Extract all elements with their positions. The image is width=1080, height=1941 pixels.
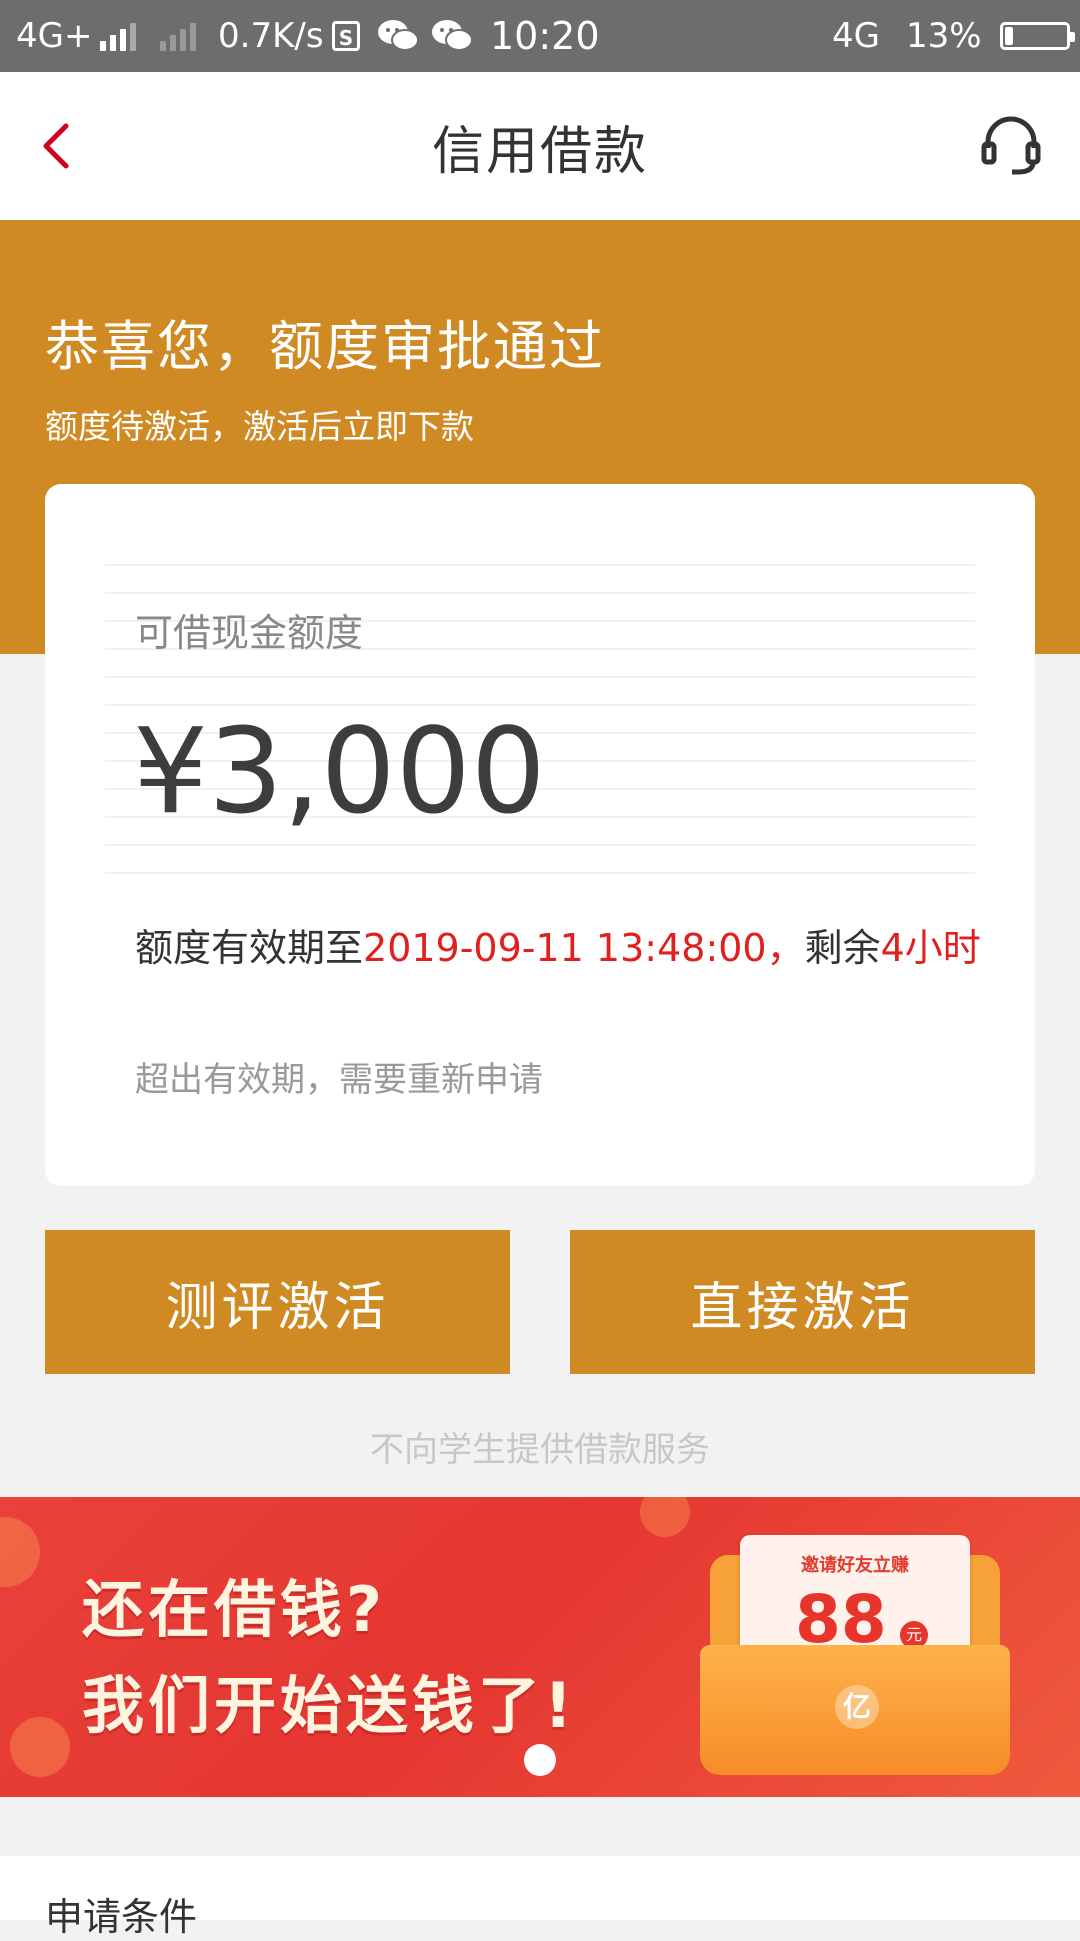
customer-service-button[interactable] — [978, 112, 1044, 178]
battery-icon — [990, 0, 1075, 72]
conditions-title: 申请条件 — [45, 1895, 198, 1939]
red-envelope-illustration: 邀请好友立赚 88 元 亿 — [700, 1535, 1020, 1775]
headset-icon — [981, 116, 1041, 175]
validity-remaining-prefix: 剩余 — [804, 926, 881, 970]
battery-percent: 13% — [906, 16, 982, 56]
quota-label: 可借现金额度 — [135, 611, 364, 655]
navigation-bar: 信用借款 — [0, 72, 1080, 220]
network-type-left: 4G+ — [16, 16, 93, 56]
network-type-right: 4G — [832, 16, 880, 56]
quota-card: 可借现金额度 ¥3,000 额度有效期至2019-09-11 13:48:00，… — [45, 484, 1035, 1186]
network-speed: 0.7K/s — [218, 16, 324, 56]
expire-note: 超出有效期，需要重新申请 — [135, 1060, 543, 1100]
envelope-title: 邀请好友立赚 — [801, 1555, 909, 1576]
validity-text: 额度有效期至2019-09-11 13:48:00，剩余4小时 — [135, 924, 995, 972]
conditions-section: 申请条件 — [0, 1856, 1080, 1939]
carousel-indicator-dot[interactable] — [524, 1744, 556, 1776]
coin-decoration — [640, 1497, 690, 1537]
status-time: 10:20 — [490, 14, 600, 58]
approval-headline: 恭喜您，额度审批通过 — [45, 315, 605, 378]
sim-box-icon: S — [332, 0, 360, 72]
assess-activate-button[interactable]: 测评激活 — [45, 1230, 510, 1374]
signal-icon — [100, 21, 137, 51]
page-title: 信用借款 — [431, 121, 648, 182]
coin-decoration — [10, 1717, 70, 1777]
wechat-icon — [430, 0, 474, 72]
signal-weak-icon — [160, 21, 197, 51]
validity-remaining: 4小时 — [880, 926, 981, 970]
coin-decoration — [0, 1517, 40, 1587]
envelope-logo: 亿 — [835, 1685, 879, 1729]
status-bar: 4G+ 0.7K/s S 10:20 4G 13% — [0, 0, 1080, 72]
quota-amount: ¥3,000 — [133, 702, 546, 840]
banner-headline-line1: 还在借钱? — [82, 1573, 386, 1646]
back-button[interactable] — [30, 108, 90, 184]
student-notice: 不向学生提供借款服务 — [370, 1430, 710, 1470]
network-indicator-left: 4G+ — [16, 0, 197, 72]
back-chevron-icon — [43, 123, 69, 169]
validity-prefix: 额度有效期至 — [135, 926, 364, 970]
banner-headline-line2: 我们开始送钱了! — [82, 1669, 577, 1742]
wechat-icon — [376, 0, 420, 72]
activation-subline: 额度待激活，激活后立即下款 — [45, 407, 474, 446]
validity-date: 2019-09-11 13:48:00， — [363, 926, 805, 970]
direct-activate-button[interactable]: 直接激活 — [570, 1230, 1035, 1374]
